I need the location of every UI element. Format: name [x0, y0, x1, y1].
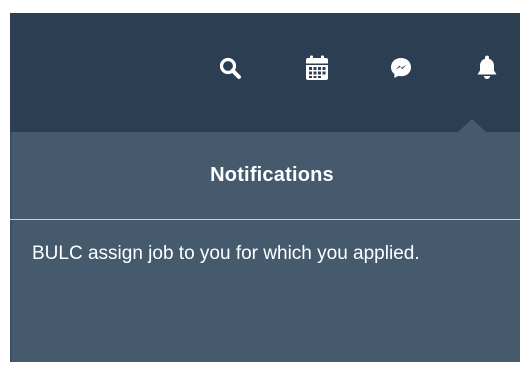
notifications-dropdown: Notifications BULC assign job to you for… [10, 132, 520, 362]
calendar-button[interactable] [300, 51, 334, 85]
notification-text: BULC assign job to you for which you app… [32, 243, 420, 264]
dropdown-caret [457, 119, 487, 133]
notifications-header: Notifications [10, 132, 520, 220]
notifications-title: Notifications [210, 164, 334, 186]
search-icon [218, 56, 242, 80]
bell-icon [475, 55, 499, 81]
messenger-button[interactable] [384, 51, 418, 85]
notification-item[interactable]: BULC assign job to you for which you app… [10, 220, 520, 274]
chat-icon [389, 56, 413, 80]
calendar-icon [305, 55, 329, 81]
search-button[interactable] [213, 51, 247, 85]
notifications-button[interactable] [470, 51, 504, 85]
top-navbar [10, 13, 520, 132]
app-frame: Notifications BULC assign job to you for… [10, 13, 520, 362]
